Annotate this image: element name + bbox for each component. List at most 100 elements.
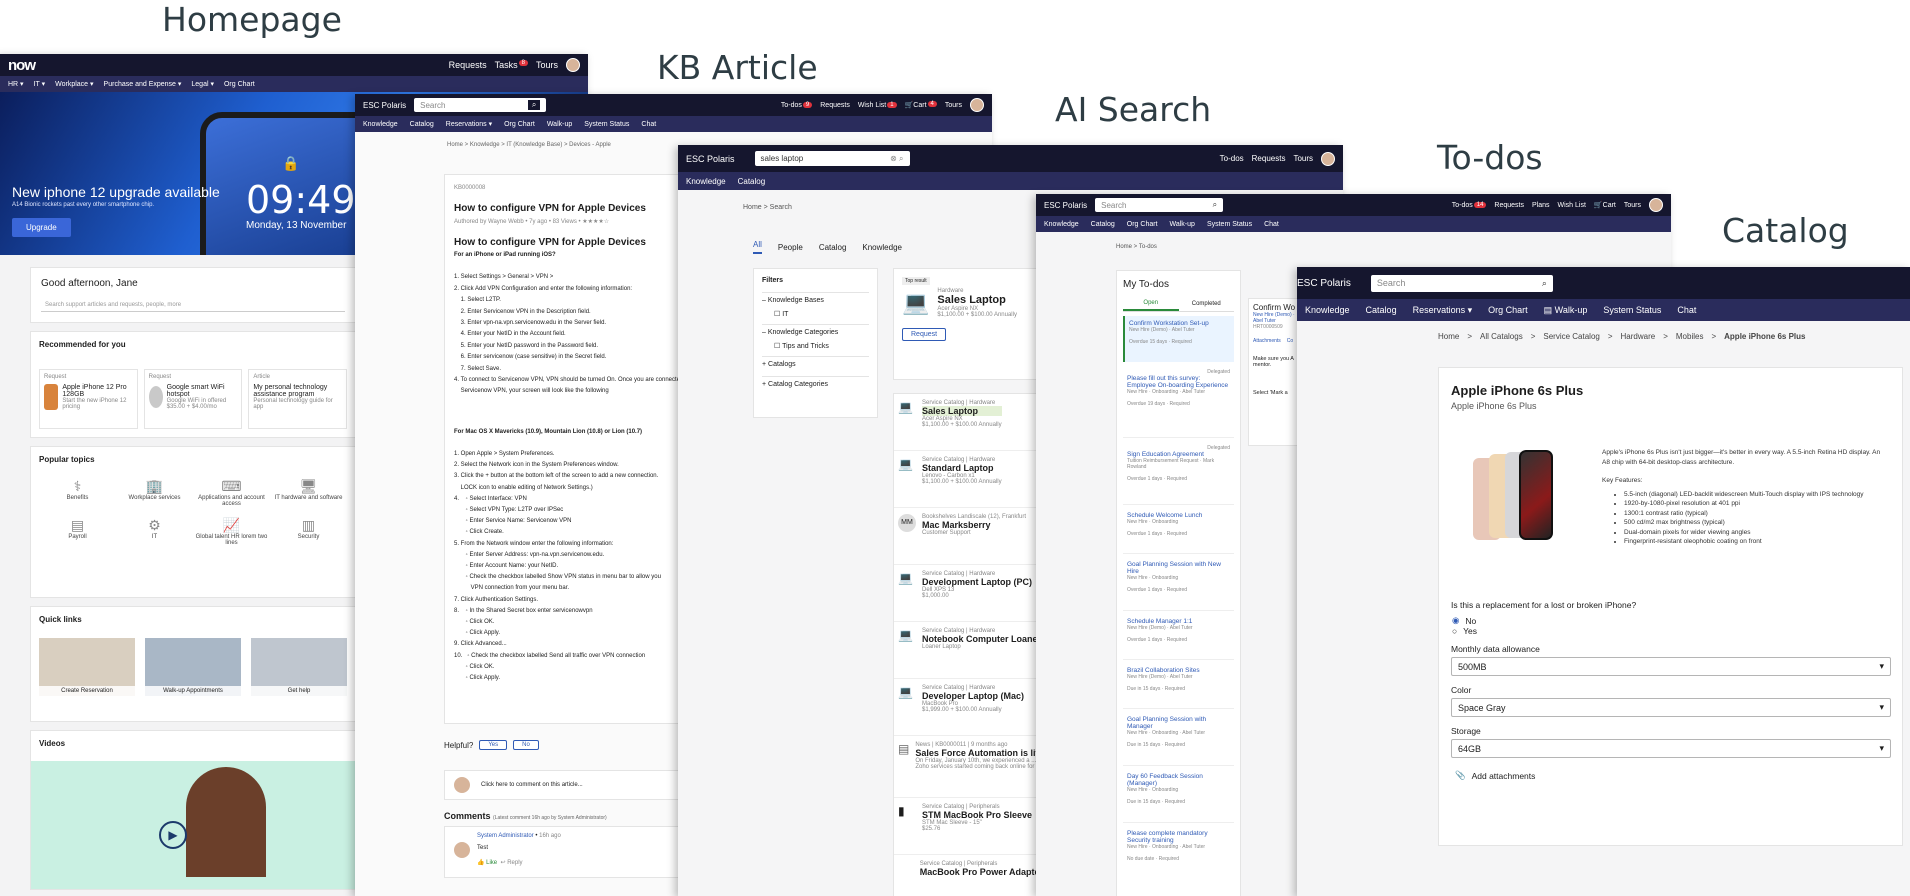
comment-input[interactable]: Click here to comment on this article... [481, 782, 583, 788]
radio-yes[interactable]: ○ Yes [1451, 626, 1891, 636]
crumb[interactable]: Service Catalog [1543, 332, 1599, 341]
topic-it[interactable]: ⚙ IT [116, 517, 193, 546]
crumb[interactable]: To-dos [1139, 244, 1157, 250]
tab-open[interactable]: Open [1123, 300, 1179, 311]
user-avatar[interactable] [970, 98, 984, 112]
kb-search-input[interactable]: Search ⌕ [414, 98, 547, 112]
todo-item[interactable]: Please complete mandatory Security train… [1123, 826, 1234, 880]
quick-link-walkup[interactable]: Walk-up Appointments [145, 638, 241, 696]
home-tours-link[interactable]: Tours [536, 60, 558, 70]
tab-knowledge[interactable]: Knowledge [862, 243, 902, 252]
todos-nav-status[interactable]: System Status [1207, 221, 1252, 228]
kb-requests-link[interactable]: Requests [820, 102, 850, 109]
ai-requests-link[interactable]: Requests [1252, 154, 1286, 163]
todo-item[interactable]: Delegated Sign Education Agreement Tuition… [1123, 441, 1234, 505]
result-item[interactable]: 💻 Service Catalog | Hardware Development L… [894, 565, 1047, 622]
catalog-nav-knowledge[interactable]: Knowledge [1305, 305, 1350, 315]
home-nav-it[interactable]: IT ▾ [34, 80, 46, 88]
catalog-nav-walkup[interactable]: ▤ Walk-up [1544, 305, 1588, 316]
catalog-nav-reservations[interactable]: Reservations ▾ [1413, 305, 1473, 316]
search-icon[interactable]: ⌕ [528, 100, 541, 110]
crumb[interactable]: Home [743, 204, 762, 211]
filter-option[interactable]: ☐ IT [762, 304, 869, 324]
catalog-nav-status[interactable]: System Status [1603, 305, 1661, 315]
upgrade-button[interactable]: Upgrade [12, 218, 71, 237]
todos-nav-orgchart[interactable]: Org Chart [1127, 221, 1158, 228]
todos-brand[interactable]: ESC Polaris [1044, 201, 1087, 210]
request-button[interactable]: Request [902, 328, 947, 341]
todo-item[interactable]: Schedule Manager 1:1 New Hire (Demo) · Ab… [1123, 614, 1234, 660]
crumb[interactable]: Home [1116, 244, 1132, 250]
quick-link-reservation[interactable]: Create Reservation [39, 638, 135, 696]
search-icon[interactable]: ⌕ [1213, 200, 1217, 210]
kb-nav-catalog[interactable]: Catalog [410, 121, 434, 128]
home-nav-legal[interactable]: Legal ▾ [191, 80, 214, 88]
filter-group[interactable]: – Knowledge Bases [762, 292, 869, 304]
color-select[interactable]: Space Gray ▾ [1451, 698, 1891, 717]
tab-all[interactable]: All [753, 240, 762, 254]
todo-item[interactable]: Confirm Workstation Set-up New Hire (Demo… [1123, 316, 1234, 362]
todos-cart-link[interactable]: 🛒Cart [1594, 201, 1616, 209]
tab-completed[interactable]: Completed [1179, 301, 1235, 310]
rec-item[interactable]: Request Apple iPhone 12 Pro 128GB Start t… [39, 369, 138, 429]
crumb[interactable]: IT (Knowledge Base) [506, 142, 562, 148]
kb-nav-knowledge[interactable]: Knowledge [363, 121, 398, 128]
todos-todos-link[interactable]: To-dos 14 [1452, 201, 1487, 209]
todo-item[interactable]: Day 60 Feedback Session (Manager) New Hir… [1123, 769, 1234, 823]
result-item[interactable]: 💻 Service Catalog | Hardware Sales Laptop A… [894, 394, 1047, 451]
filter-group[interactable]: + Catalogs [762, 356, 869, 376]
kb-nav-walkup[interactable]: Walk-up [547, 121, 572, 128]
like-button[interactable]: 👍 Like [477, 860, 497, 866]
filter-group[interactable]: – Knowledge Categories [762, 324, 869, 336]
home-requests-link[interactable]: Requests [449, 60, 487, 70]
home-nav-hr[interactable]: HR ▾ [8, 80, 24, 88]
kb-wishlist-link[interactable]: Wish List 1 [858, 101, 897, 109]
ai-tours-link[interactable]: Tours [1293, 154, 1313, 163]
ai-nav-knowledge[interactable]: Knowledge [686, 177, 726, 186]
allowance-select[interactable]: 500MB ▾ [1451, 657, 1891, 676]
ai-nav-catalog[interactable]: Catalog [738, 177, 766, 186]
catalog-search-input[interactable]: Search ⌕ [1370, 274, 1553, 292]
topic-applications[interactable]: ⌨ Applications and account access [193, 478, 270, 507]
play-icon[interactable]: ▶ [159, 821, 187, 849]
topic-benefits[interactable]: ⚕ Benefits [39, 478, 116, 507]
todo-item[interactable]: Goal Planning Session with Manager New Hi… [1123, 712, 1234, 766]
attachments-tab[interactable]: Attachments [1253, 338, 1281, 344]
home-search-input[interactable]: Search support articles and requests, pe… [41, 299, 345, 312]
result-item[interactable]: ▮ Service Catalog | Peripherals STM MacBoo… [894, 798, 1047, 855]
filter-group[interactable]: + Catalog Categories [762, 376, 869, 388]
ai-brand[interactable]: ESC Polaris [686, 154, 735, 164]
crumb[interactable]: Search [770, 204, 792, 211]
user-avatar[interactable] [1649, 198, 1663, 212]
ai-search-input[interactable]: sales laptop ⊗ ⌕ [754, 151, 910, 166]
crumb[interactable]: Knowledge [470, 142, 500, 148]
crumb[interactable]: All Catalogs [1480, 332, 1523, 341]
helpful-yes-button[interactable]: Yes [479, 740, 508, 750]
topic-it-hardware[interactable]: 🖥 IT hardware and software [270, 478, 347, 507]
clear-search-icon[interactable]: ⊗ ⌕ [890, 154, 903, 164]
todos-wishlist-link[interactable]: Wish List [1558, 202, 1586, 209]
topic-security[interactable]: ▥ Security [270, 517, 347, 546]
reply-button[interactable]: ↩ Reply [501, 860, 523, 866]
rec-item[interactable]: Request Google smart WiFi hotspot Google … [143, 369, 243, 429]
kb-tours-link[interactable]: Tours [945, 102, 962, 109]
catalog-nav-catalog[interactable]: Catalog [1366, 305, 1397, 315]
result-item[interactable]: 💻 Service Catalog | Hardware Developer Lap… [894, 679, 1047, 736]
user-avatar[interactable] [566, 58, 580, 72]
topic-workplace[interactable]: 🏢 Workplace services [116, 478, 193, 507]
topic-global-talent[interactable]: 📈 Global talent HR lorem two lines [193, 517, 270, 546]
kb-nav-orgchart[interactable]: Org Chart [504, 121, 535, 128]
add-attachments-button[interactable]: 📎 Add attachments [1451, 770, 1891, 781]
kb-nav-chat[interactable]: Chat [641, 121, 656, 128]
catalog-brand[interactable]: ESC Polaris [1297, 278, 1351, 289]
kb-cart-link[interactable]: 🛒Cart 4 [905, 101, 937, 109]
home-tasks-link[interactable]: Tasks 8 [495, 60, 528, 70]
kb-nav-reservations[interactable]: Reservations ▾ [446, 120, 492, 128]
todos-nav-chat[interactable]: Chat [1264, 221, 1279, 228]
result-item[interactable]: 💻 Service Catalog | Hardware Notebook Comp… [894, 622, 1047, 679]
todos-nav-walkup[interactable]: Walk-up [1170, 221, 1195, 228]
todos-requests-link[interactable]: Requests [1494, 202, 1524, 209]
rec-item[interactable]: Article My personal technology assistanc… [248, 369, 348, 429]
video-thumbnail[interactable]: ▶ [31, 761, 355, 889]
helpful-no-button[interactable]: No [513, 740, 539, 750]
